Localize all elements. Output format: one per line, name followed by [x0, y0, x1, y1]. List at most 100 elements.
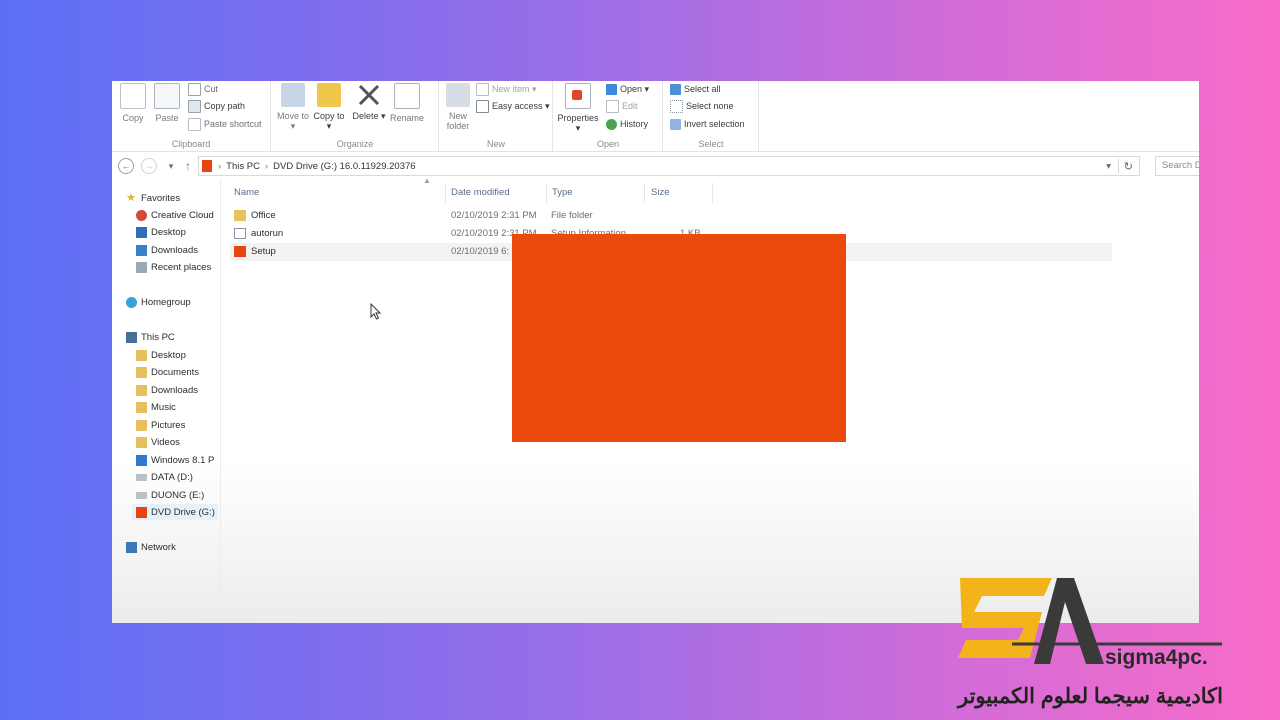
edit-icon — [606, 99, 619, 113]
downloads-icon — [136, 244, 147, 256]
properties-button[interactable]: Properties ▾ — [556, 83, 600, 133]
paste-button[interactable]: Paste — [150, 83, 184, 123]
file-date-cell: 02/10/2019 2:31 PM — [451, 210, 537, 221]
search-input[interactable]: Search D — [1155, 156, 1199, 176]
nav-fav-downloads[interactable]: Downloads — [136, 242, 198, 258]
office-setup-splash — [512, 234, 846, 442]
copy-button[interactable]: Copy — [116, 83, 150, 123]
open-button[interactable]: Open ▾ — [606, 81, 649, 97]
nav-network[interactable]: Network — [126, 539, 176, 555]
organize-group: Move to ▾ Copy to ▾ Delete ▾ Rename Orga… — [272, 81, 439, 151]
select-all-icon — [670, 83, 681, 95]
select-all-button[interactable]: Select all — [670, 81, 721, 97]
network-icon — [126, 541, 137, 553]
address-divider — [1118, 159, 1119, 173]
nav-pc-dvd-drive[interactable]: DVD Drive (G:) — [132, 504, 218, 520]
nav-creative-cloud[interactable]: Creative Cloud — [136, 207, 214, 223]
column-separator — [546, 183, 547, 203]
forward-button[interactable]: → — [141, 158, 157, 174]
new-folder-button[interactable]: New folder — [438, 83, 478, 131]
column-header-type[interactable]: Type — [552, 187, 573, 198]
homegroup-icon — [126, 296, 137, 308]
select-group: Select all Select none Invert selection … — [664, 81, 759, 151]
computer-icon — [126, 331, 137, 343]
breadcrumb-this-pc[interactable]: This PC — [226, 161, 260, 172]
up-button[interactable]: ↑ — [180, 158, 196, 174]
settings-file-icon — [234, 228, 246, 239]
nav-pc-desktop[interactable]: Desktop — [136, 347, 186, 363]
delete-x-svg — [358, 84, 380, 106]
nav-pc-duong-drive[interactable]: DUONG (E:) — [136, 487, 204, 503]
select-none-button[interactable]: Select none — [670, 98, 734, 114]
rename-button[interactable]: Rename — [390, 83, 424, 123]
new-group: New folder New item ▾ Easy access ▾ New — [440, 81, 553, 151]
nav-this-pc[interactable]: This PC — [126, 329, 175, 345]
cut-button[interactable]: Cut — [188, 81, 218, 97]
copy-path-button[interactable]: Copy path — [188, 98, 245, 114]
move-to-button[interactable]: Move to ▾ — [276, 83, 310, 131]
copy-to-icon — [317, 83, 341, 107]
windows-drive-icon — [136, 454, 147, 466]
file-name-cell: autorun — [234, 228, 283, 239]
copy-icon — [120, 83, 146, 109]
chevron-down-icon: ▾ — [168, 160, 174, 171]
breadcrumb-dvd-drive[interactable]: DVD Drive (G:) 16.0.11929.20376 — [273, 161, 415, 172]
search-placeholder: Search D — [1162, 160, 1199, 171]
paste-icon — [154, 83, 180, 109]
address-dropdown-icon[interactable]: ▾ — [1106, 161, 1111, 172]
recent-places-icon — [136, 261, 147, 273]
documents-icon — [136, 366, 147, 378]
hard-drive-icon — [136, 473, 147, 481]
nav-favorites[interactable]: ★ Favorites — [126, 190, 180, 206]
nav-pc-windows-drive[interactable]: Windows 8.1 P — [136, 452, 218, 468]
history-button[interactable]: History — [606, 116, 648, 132]
nav-pc-data-drive[interactable]: DATA (D:) — [136, 469, 193, 485]
column-header-name[interactable]: Name — [234, 187, 259, 198]
nav-homegroup[interactable]: Homegroup — [126, 294, 191, 310]
new-group-label: New — [486, 139, 505, 149]
delete-button[interactable]: Delete ▾ — [352, 83, 386, 121]
file-explorer-window: Copy Paste Cut Copy path Paste shortcut … — [112, 81, 1199, 623]
file-type-cell: File folder — [551, 210, 593, 221]
nav-fav-desktop[interactable]: Desktop — [136, 224, 186, 240]
file-name-cell: Office — [234, 210, 276, 221]
address-row: ← → ▾ ↑ › This PC › DVD Drive (G:) 16.0.… — [112, 153, 1199, 179]
dvd-drive-icon — [202, 160, 212, 172]
edit-button[interactable]: Edit — [606, 98, 638, 114]
easy-access-button[interactable]: Easy access ▾ — [476, 98, 550, 114]
new-item-icon — [476, 82, 489, 96]
address-bar[interactable]: › This PC › DVD Drive (G:) 16.0.11929.20… — [198, 156, 1140, 176]
move-to-icon — [281, 83, 305, 107]
watermark-site-text: sigma4pc. — [1105, 646, 1208, 669]
new-item-button[interactable]: New item ▾ — [476, 81, 537, 97]
navigation-pane: ★ Favorites Creative Cloud Desktop Downl… — [112, 179, 221, 623]
organize-group-label: Organize — [336, 139, 374, 149]
column-header-size[interactable]: Size — [651, 187, 669, 198]
paste-shortcut-button[interactable]: Paste shortcut — [188, 116, 262, 132]
column-header-date[interactable]: Date modified — [451, 187, 510, 198]
delete-x-icon — [357, 83, 381, 107]
copy-path-icon — [188, 99, 201, 113]
file-row-office[interactable]: Office 02/10/2019 2:31 PM File folder — [230, 207, 1112, 225]
back-arrow-icon: ← — [121, 161, 131, 171]
mouse-cursor-icon — [370, 303, 382, 320]
history-icon — [606, 118, 617, 130]
nav-pc-downloads[interactable]: Downloads — [136, 382, 198, 398]
column-separator — [644, 183, 645, 203]
clipboard-group: Copy Paste Cut Copy path Paste shortcut … — [112, 81, 271, 151]
nav-pc-pictures[interactable]: Pictures — [136, 417, 185, 433]
nav-pc-videos[interactable]: Videos — [136, 434, 180, 450]
nav-recent-places[interactable]: Recent places — [136, 259, 211, 275]
copy-to-button[interactable]: Copy to ▾ — [312, 83, 346, 131]
nav-pc-music[interactable]: Music — [136, 399, 176, 415]
refresh-icon[interactable]: ↻ — [1124, 160, 1133, 173]
nav-pc-documents[interactable]: Documents — [136, 364, 199, 380]
pictures-icon — [136, 419, 147, 431]
recent-locations-button[interactable]: ▾ — [163, 158, 179, 174]
music-icon — [136, 401, 147, 413]
invert-selection-button[interactable]: Invert selection — [670, 116, 745, 132]
office-setup-icon — [234, 246, 246, 257]
back-button[interactable]: ← — [118, 158, 134, 174]
creative-cloud-icon — [136, 209, 147, 221]
open-group: Properties ▾ Open ▾ Edit History Open — [554, 81, 663, 151]
